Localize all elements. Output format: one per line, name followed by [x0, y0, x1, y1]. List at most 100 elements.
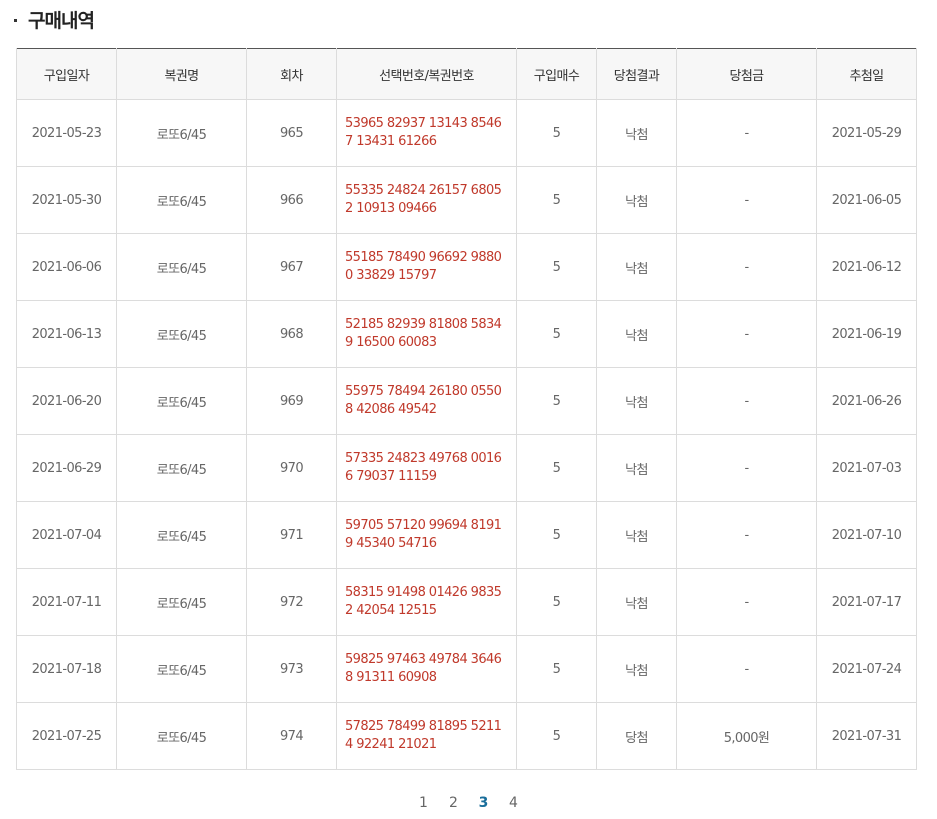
- draw-date-cell: 2021-06-05: [816, 166, 917, 234]
- numbers-cell: 55335 24824 26157 68052 10913 09466: [336, 166, 517, 234]
- result-cell: 낙첨: [596, 501, 677, 569]
- table-row: 2021-06-06 로또6/45 967 55185 78490 96692 988…: [16, 233, 917, 301]
- result-cell: 당첨: [596, 702, 677, 770]
- result-cell: 낙첨: [596, 635, 677, 703]
- table-row: 2021-07-18 로또6/45 973 59825 97463 49784 364…: [16, 635, 917, 703]
- quantity-cell: 5: [516, 568, 597, 636]
- purchase-date-cell: 2021-07-11: [16, 568, 117, 636]
- table-row: 2021-06-13 로또6/45 968 52185 82939 81808 583…: [16, 300, 917, 368]
- quantity-cell: 5: [516, 702, 597, 770]
- page-link-2[interactable]: 2: [439, 795, 469, 811]
- quantity-cell: 5: [516, 635, 597, 703]
- round-cell: 970: [246, 434, 337, 502]
- draw-date-cell: 2021-07-10: [816, 501, 917, 569]
- lottery-name-cell: 로또6/45: [116, 99, 247, 167]
- purchase-date-cell: 2021-06-29: [16, 434, 117, 502]
- prize-cell: -: [676, 568, 817, 636]
- selected-numbers-text: 55185 78490 96692 98800 33829 15797: [345, 250, 502, 283]
- result-cell: 낙첨: [596, 568, 677, 636]
- result-cell: 낙첨: [596, 233, 677, 301]
- table-row: 2021-07-11 로또6/45 972 58315 91498 01426 983…: [16, 568, 917, 636]
- numbers-cell: 59825 97463 49784 36468 91311 60908: [336, 635, 517, 703]
- lottery-name-cell: 로또6/45: [116, 702, 247, 770]
- lottery-name-cell: 로또6/45: [116, 501, 247, 569]
- round-cell: 968: [246, 300, 337, 368]
- result-cell: 낙첨: [596, 166, 677, 234]
- numbers-cell: 55185 78490 96692 98800 33829 15797: [336, 233, 517, 301]
- purchase-history-table: 구입일자 복권명 회차 선택번호/복권번호 구입매수 당첨결과 당첨금 추첨일 …: [16, 48, 917, 770]
- col-header-draw-date: 추첨일: [816, 48, 917, 100]
- prize-cell: -: [676, 233, 817, 301]
- quantity-cell: 5: [516, 501, 597, 569]
- col-header-numbers: 선택번호/복권번호: [336, 48, 517, 100]
- numbers-cell: 58315 91498 01426 98352 42054 12515: [336, 568, 517, 636]
- pagination: 1234: [0, 795, 937, 811]
- page-link-1[interactable]: 1: [409, 795, 439, 811]
- table-row: 2021-07-04 로또6/45 971 59705 57120 99694 819…: [16, 501, 917, 569]
- round-cell: 966: [246, 166, 337, 234]
- col-header-purchase-date: 구입일자: [16, 48, 117, 100]
- numbers-cell: 59705 57120 99694 81919 45340 54716: [336, 501, 517, 569]
- result-cell: 낙첨: [596, 99, 677, 167]
- page-link-3[interactable]: 3: [469, 795, 499, 811]
- selected-numbers-text: 59825 97463 49784 36468 91311 60908: [345, 652, 502, 685]
- selected-numbers-text: 58315 91498 01426 98352 42054 12515: [345, 585, 502, 618]
- numbers-cell: 55975 78494 26180 05508 42086 49542: [336, 367, 517, 435]
- draw-date-cell: 2021-07-17: [816, 568, 917, 636]
- round-cell: 971: [246, 501, 337, 569]
- numbers-cell: 53965 82937 13143 85467 13431 61266: [336, 99, 517, 167]
- bullet-icon: [14, 18, 17, 22]
- page-title: 구매내역: [28, 9, 95, 32]
- round-cell: 974: [246, 702, 337, 770]
- selected-numbers-text: 52185 82939 81808 58349 16500 60083: [345, 317, 502, 350]
- purchase-date-cell: 2021-05-30: [16, 166, 117, 234]
- draw-date-cell: 2021-06-12: [816, 233, 917, 301]
- purchase-date-cell: 2021-06-20: [16, 367, 117, 435]
- purchase-date-cell: 2021-07-04: [16, 501, 117, 569]
- round-cell: 969: [246, 367, 337, 435]
- table-row: 2021-07-25 로또6/45 974 57825 78499 81895 521…: [16, 702, 917, 770]
- selected-numbers-text: 53965 82937 13143 85467 13431 61266: [345, 116, 502, 149]
- prize-cell: -: [676, 166, 817, 234]
- prize-cell: -: [676, 99, 817, 167]
- purchase-date-cell: 2021-07-25: [16, 702, 117, 770]
- draw-date-cell: 2021-07-31: [816, 702, 917, 770]
- result-cell: 낙첨: [596, 300, 677, 368]
- purchase-date-cell: 2021-07-18: [16, 635, 117, 703]
- selected-numbers-text: 57335 24823 49768 00166 79037 11159: [345, 451, 502, 484]
- quantity-cell: 5: [516, 166, 597, 234]
- table-row: 2021-06-20 로또6/45 969 55975 78494 26180 055…: [16, 367, 917, 435]
- prize-cell: -: [676, 434, 817, 502]
- draw-date-cell: 2021-06-19: [816, 300, 917, 368]
- lottery-name-cell: 로또6/45: [116, 300, 247, 368]
- page-link-4[interactable]: 4: [499, 795, 529, 811]
- quantity-cell: 5: [516, 367, 597, 435]
- selected-numbers-text: 59705 57120 99694 81919 45340 54716: [345, 518, 502, 551]
- lottery-name-cell: 로또6/45: [116, 434, 247, 502]
- numbers-cell: 57335 24823 49768 00166 79037 11159: [336, 434, 517, 502]
- prize-cell: 5,000원: [676, 702, 817, 770]
- purchase-date-cell: 2021-05-23: [16, 99, 117, 167]
- draw-date-cell: 2021-05-29: [816, 99, 917, 167]
- lottery-name-cell: 로또6/45: [116, 233, 247, 301]
- lottery-name-cell: 로또6/45: [116, 166, 247, 234]
- result-cell: 낙첨: [596, 367, 677, 435]
- col-header-prize: 당첨금: [676, 48, 817, 100]
- round-cell: 965: [246, 99, 337, 167]
- draw-date-cell: 2021-07-03: [816, 434, 917, 502]
- quantity-cell: 5: [516, 99, 597, 167]
- selected-numbers-text: 55975 78494 26180 05508 42086 49542: [345, 384, 502, 417]
- table-row: 2021-05-23 로또6/45 965 53965 82937 13143 854…: [16, 99, 917, 167]
- table-header-row: 구입일자 복권명 회차 선택번호/복권번호 구입매수 당첨결과 당첨금 추첨일: [16, 48, 917, 100]
- table-row: 2021-05-30 로또6/45 966 55335 24824 26157 680…: [16, 166, 917, 234]
- draw-date-cell: 2021-06-26: [816, 367, 917, 435]
- prize-cell: -: [676, 367, 817, 435]
- round-cell: 973: [246, 635, 337, 703]
- quantity-cell: 5: [516, 233, 597, 301]
- col-header-result: 당첨결과: [596, 48, 677, 100]
- lottery-name-cell: 로또6/45: [116, 635, 247, 703]
- round-cell: 967: [246, 233, 337, 301]
- prize-cell: -: [676, 501, 817, 569]
- quantity-cell: 5: [516, 300, 597, 368]
- col-header-round: 회차: [246, 48, 337, 100]
